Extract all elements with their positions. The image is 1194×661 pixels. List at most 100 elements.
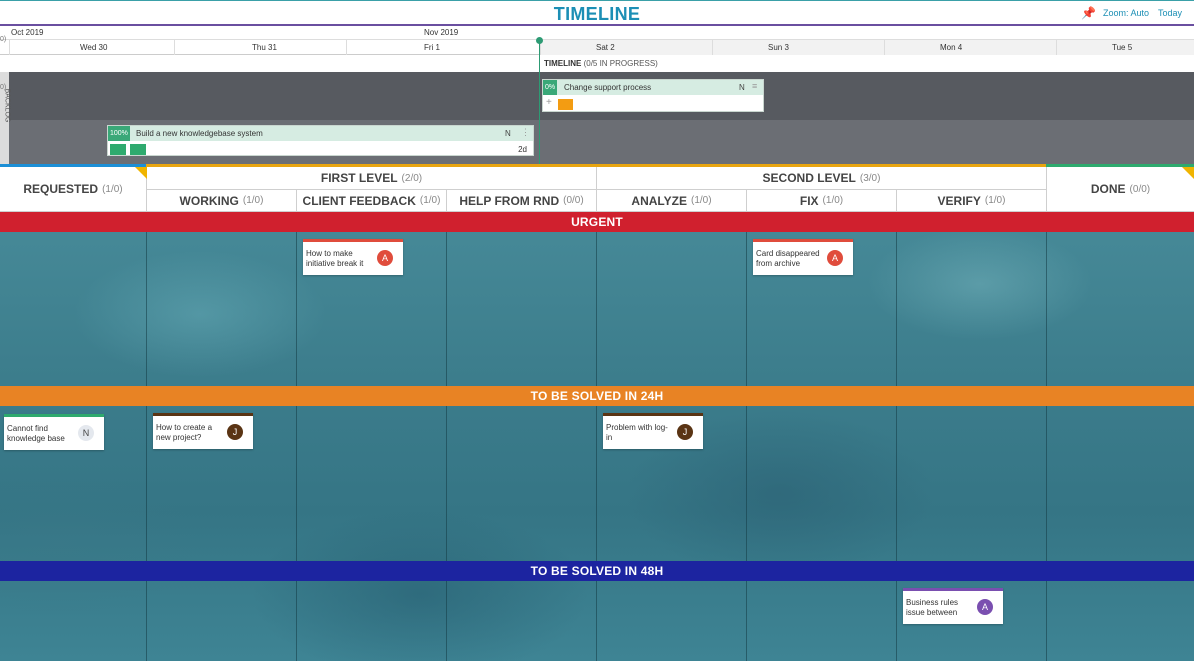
- month-row: Oct 2019 Nov 2019: [0, 26, 1194, 40]
- column-divider: [1046, 212, 1047, 661]
- kanban-board: REQUESTED (1/0) FIRST LEVEL (2/0) WORKING(…: [0, 164, 1194, 661]
- day-label: Thu 31: [252, 43, 277, 52]
- column-count: (1/0): [419, 195, 441, 206]
- column-count: (0/0): [563, 195, 584, 206]
- timeline-spacer: [0, 55, 540, 72]
- timeline-item-title: Build a new knowledgebase system: [136, 129, 263, 138]
- add-icon[interactable]: +: [546, 97, 552, 108]
- column-label: DONE: [1090, 182, 1126, 196]
- column-count: (3/0): [859, 172, 881, 184]
- column-label: VERIFY: [937, 193, 981, 208]
- backlog-label: BACKLOG: [3, 88, 11, 123]
- column-header-first-level[interactable]: FIRST LEVEL (2/0): [147, 167, 597, 190]
- column-header-help-from-rnd[interactable]: HELP FROM RND (0/0): [447, 190, 597, 212]
- column-header-analyze[interactable]: ANALYZE (1/0): [597, 190, 747, 212]
- avatar[interactable]: A: [377, 250, 393, 266]
- column-divider: [596, 212, 597, 661]
- corner-marker-icon: [135, 167, 147, 179]
- day-label: Mon 4: [940, 43, 963, 52]
- column-header-working[interactable]: WORKING (1/0): [147, 190, 297, 212]
- column-label: ANALYZE: [631, 193, 687, 208]
- column-header-verify[interactable]: VERIFY (1/0): [897, 190, 1047, 212]
- day-column: Thu 31: [174, 40, 346, 55]
- today-marker-line: [539, 40, 540, 164]
- card[interactable]: How to create a new project? J: [153, 413, 253, 449]
- column-header-second-level[interactable]: SECOND LEVEL (3/0): [597, 167, 1047, 190]
- column-label: FIX: [799, 193, 819, 208]
- timeline-item[interactable]: 0% Change support process N ≡ +: [542, 79, 764, 112]
- assignee-initial: N: [739, 83, 745, 92]
- card[interactable]: Cannot find knowledge base N: [4, 414, 104, 450]
- card[interactable]: Card disappeared from archive A: [753, 239, 853, 275]
- column-label: FIRST LEVEL: [320, 171, 398, 185]
- column-header-requested[interactable]: REQUESTED (1/0): [0, 167, 147, 212]
- swimlane-24h[interactable]: TO BE SOLVED IN 24H: [0, 386, 1194, 406]
- task-block[interactable]: [110, 144, 126, 155]
- corner-marker-icon: [1182, 167, 1194, 179]
- avatar[interactable]: J: [227, 424, 243, 440]
- menu-icon[interactable]: ≡: [752, 81, 757, 91]
- task-block[interactable]: [130, 144, 146, 155]
- card-title: Cannot find knowledge base: [7, 424, 65, 443]
- column-label: REQUESTED: [23, 182, 99, 196]
- card[interactable]: Problem with log-in J: [603, 413, 703, 449]
- swimlane-48h[interactable]: TO BE SOLVED IN 48H: [0, 561, 1194, 581]
- pin-icon[interactable]: 📌: [1081, 6, 1096, 20]
- column-label: HELP FROM RND: [459, 193, 560, 208]
- avatar[interactable]: A: [827, 250, 843, 266]
- day-label: Tue 5: [1112, 43, 1133, 52]
- card-title: How to create a new project?: [156, 423, 213, 442]
- avatar[interactable]: A: [977, 599, 993, 615]
- column-divider: [146, 212, 147, 661]
- side-fragment: 0): [0, 36, 7, 43]
- column-header-fix[interactable]: FIX (1/0): [747, 190, 897, 212]
- progress-badge: 100%: [108, 126, 130, 141]
- day-label: Fri 1: [424, 43, 440, 52]
- timeline-item-title: Change support process: [564, 83, 652, 92]
- column-header-client-feedback[interactable]: CLIENT FEEDBACK (1/0): [297, 190, 447, 212]
- column-divider: [896, 212, 897, 661]
- day-column: Fri 1: [346, 40, 540, 55]
- day-label: Sun 3: [768, 43, 789, 52]
- column-header-done[interactable]: DONE (0/0): [1047, 167, 1194, 212]
- column-count: (0/0): [1129, 183, 1151, 195]
- task-block[interactable]: [558, 99, 573, 110]
- today-marker-dot[interactable]: [536, 37, 543, 44]
- zoom-button[interactable]: Zoom: Auto: [1103, 8, 1149, 18]
- avatar[interactable]: J: [677, 424, 693, 440]
- timeline-item[interactable]: 100% Build a new knowledgebase system N …: [107, 125, 534, 156]
- column-count: (1/0): [822, 195, 844, 206]
- timeline-summary-status: (0/5 IN PROGRESS): [583, 59, 658, 68]
- avatar[interactable]: N: [78, 425, 94, 441]
- duration-label: 2d: [518, 145, 527, 154]
- column-divider: [296, 212, 297, 661]
- swimlane-label: TO BE SOLVED IN 24H: [530, 389, 664, 403]
- day-column: Sun 3: [712, 40, 884, 55]
- day-row: Wed 30 Thu 31 Fri 1 Sat 2 Sun 3 Mon 4 Tu…: [0, 40, 1194, 55]
- column-divider: [446, 212, 447, 661]
- card-title: Business rules issue between: [906, 598, 959, 617]
- column-count: (1/0): [102, 183, 123, 195]
- timeline-summary: TIMELINE (0/5 IN PROGRESS): [540, 55, 1194, 72]
- card-title: Problem with log-in: [606, 423, 668, 442]
- day-label: Sat 2: [596, 43, 615, 52]
- month-label: Oct 2019: [11, 28, 44, 37]
- column-count: (2/0): [401, 172, 423, 184]
- swimlane-urgent[interactable]: URGENT: [0, 212, 1194, 232]
- column-label: SECOND LEVEL: [762, 171, 856, 185]
- menu-icon[interactable]: ⋮: [521, 127, 530, 138]
- timeline-header: TIMELINE 📌 Zoom: Auto Today: [0, 0, 1194, 25]
- timeline-summary-name: TIMELINE: [544, 59, 582, 68]
- card-title: How to make initiative break it: [306, 249, 364, 268]
- day-column: Sat 2: [540, 40, 712, 55]
- card[interactable]: How to make initiative break it A: [303, 239, 403, 275]
- assignee-initial: N: [505, 129, 511, 138]
- day-column: Tue 5: [1056, 40, 1194, 55]
- column-divider: [746, 212, 747, 661]
- card[interactable]: Business rules issue between A: [903, 588, 1003, 624]
- card-title: Card disappeared from archive: [756, 249, 820, 268]
- today-button[interactable]: Today: [1158, 8, 1182, 18]
- timeline-title: TIMELINE: [553, 4, 641, 24]
- column-label: CLIENT FEEDBACK: [302, 193, 416, 208]
- column-count: (1/0): [691, 195, 712, 206]
